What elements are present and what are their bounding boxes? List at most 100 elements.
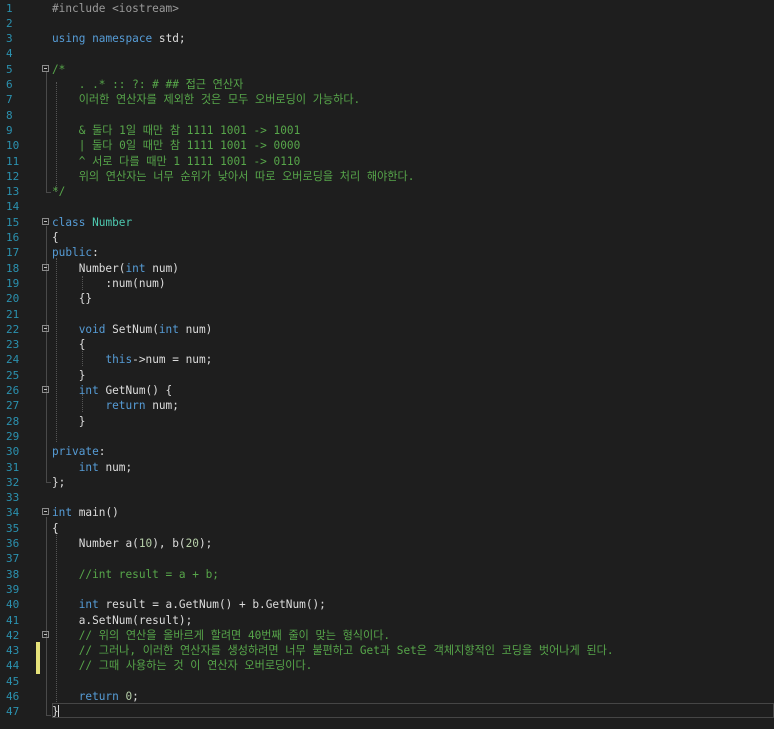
code-line[interactable]: 39 xyxy=(0,582,774,597)
code-line[interactable]: 13 */ xyxy=(0,184,774,199)
collapse-toggle-icon[interactable] xyxy=(42,64,49,72)
line-number: 4 xyxy=(6,47,13,61)
line-number: 25 xyxy=(6,368,20,382)
code-text: }; xyxy=(52,475,65,490)
code-line[interactable]: 19 :num(num) xyxy=(0,276,774,291)
code-token: & 둘다 1일 때만 참 1111 1001 -> 1001 xyxy=(52,123,301,137)
code-line[interactable]: 24 this->num = num; xyxy=(0,352,774,367)
code-text: this->num = num; xyxy=(52,352,212,367)
code-line[interactable]: 40 int result = a.GetNum() + b.GetNum(); xyxy=(0,597,774,612)
code-editor[interactable]: 1 #include <iostream> 2 3 using namespace st… xyxy=(0,0,774,729)
code-line[interactable]: 30 private: xyxy=(0,444,774,459)
collapse-toggle-icon[interactable] xyxy=(42,324,49,332)
code-line[interactable]: 9 & 둘다 1일 때만 참 1111 1001 -> 1001 xyxy=(0,123,774,138)
line-number: 6 xyxy=(6,78,13,91)
code-line[interactable]: 3 using namespace std; xyxy=(0,31,774,46)
code-line[interactable]: 36 Number a(10), b(20); xyxy=(0,536,774,551)
line-number: 19 xyxy=(6,276,20,290)
code-line[interactable]: 18 Number(int num) xyxy=(0,261,774,276)
code-line[interactable]: 33 xyxy=(0,490,774,505)
code-token: int xyxy=(158,322,179,336)
line-number: 43 xyxy=(6,644,20,658)
code-token: 위의 연산자는 너무 순위가 낮아서 따로 오버로딩을 처리 해야한다. xyxy=(52,169,415,183)
code-token: 이러한 연산자를 제외한 것은 모두 오버로딩이 가능하다. xyxy=(52,93,361,107)
code-line[interactable]: 6 . .* :: ?: # ## 접근 연산자 xyxy=(0,77,774,92)
code-line[interactable]: 5 /* xyxy=(0,62,774,77)
code-token: Number a( xyxy=(52,537,139,550)
code-line[interactable]: 17 public: xyxy=(0,245,774,260)
code-token: { xyxy=(52,231,59,244)
collapse-toggle-icon[interactable] xyxy=(42,508,49,516)
code-line[interactable]: 44 // 그때 사용하는 것 이 연산자 오버로딩이다. xyxy=(0,658,774,673)
code-line[interactable]: 38 //int result = a + b; xyxy=(0,567,774,582)
code-line[interactable]: 27 return num; xyxy=(0,398,774,413)
code-line[interactable]: 26 int GetNum() { xyxy=(0,383,774,398)
code-token: ^ 서로 다를 때만 1 1111 1001 -> 0110 xyxy=(52,154,301,168)
line-number: 44 xyxy=(6,659,20,673)
code-text: a.SetNum(result); xyxy=(52,613,193,628)
code-token: : xyxy=(98,445,106,459)
code-line[interactable]: 29 xyxy=(0,429,774,444)
code-text: private: xyxy=(52,444,105,459)
code-line[interactable]: 4 xyxy=(0,46,774,61)
code-token: ->num = num; xyxy=(132,353,213,367)
code-line[interactable]: 42 // 위의 연산을 올바르게 할려면 40번째 줄이 맞는 형식이다. xyxy=(0,628,774,643)
code-token: private xyxy=(52,445,99,459)
code-text: ^ 서로 다를 때만 1 1111 1001 -> 0110 xyxy=(52,154,301,169)
line-number: 15 xyxy=(6,215,20,229)
code-line[interactable]: 20 {} xyxy=(0,291,774,306)
code-line[interactable]: 25 } xyxy=(0,368,774,383)
code-text: #include <iostream> xyxy=(52,1,179,16)
code-line[interactable]: 15 class Number xyxy=(0,215,774,230)
collapse-toggle-icon[interactable] xyxy=(42,217,49,225)
code-line[interactable]: 8 xyxy=(0,108,774,123)
code-line[interactable]: 11 ^ 서로 다를 때만 1 1111 1001 -> 0110 xyxy=(0,154,774,169)
code-line[interactable]: 22 void SetNum(int num) xyxy=(0,322,774,337)
code-line[interactable]: 46 return 0; xyxy=(0,689,774,704)
code-token: ); xyxy=(198,537,213,550)
code-line[interactable]: 34 int main() xyxy=(0,505,774,520)
code-text: 위의 연산자는 너무 순위가 낮아서 따로 오버로딩을 처리 해야한다. xyxy=(52,169,415,184)
code-token: int xyxy=(125,261,146,275)
line-number: 30 xyxy=(6,445,20,459)
line-number: 3 xyxy=(6,32,13,46)
line-number: 26 xyxy=(6,384,20,397)
code-line[interactable]: 21 xyxy=(0,307,774,322)
line-number: 5 xyxy=(6,62,13,76)
code-text: // 그러나, 이러한 연산자를 생성하려면 너무 불편하고 Get과 Set은… xyxy=(52,643,614,658)
code-token: num) xyxy=(145,261,179,275)
line-number: 10 xyxy=(6,139,20,153)
collapse-toggle-icon[interactable] xyxy=(42,386,49,393)
code-line[interactable]: 32}; xyxy=(0,475,774,490)
code-line[interactable]: 10 | 둘다 0일 때만 참 1111 1001 -> 0000 xyxy=(0,138,774,153)
code-token: }; xyxy=(52,475,66,489)
code-text: int result = a.GetNum() + b.GetNum(); xyxy=(52,597,326,612)
code-text: /* xyxy=(52,62,65,77)
code-line[interactable]: 16 { xyxy=(0,230,774,245)
code-line[interactable]: 23 { xyxy=(0,337,774,352)
code-line[interactable]: 28 } xyxy=(0,414,774,429)
code-line[interactable]: 12 위의 연산자는 너무 순위가 낮아서 따로 오버로딩을 처리 해야한다. xyxy=(0,169,774,184)
code-line[interactable]: 2 xyxy=(0,16,774,31)
code-line[interactable]: 14 xyxy=(0,199,774,214)
code-token: namespace xyxy=(92,32,153,46)
code-text: } xyxy=(52,368,86,383)
collapse-toggle-icon[interactable] xyxy=(42,630,49,638)
code-line[interactable]: 7 이러한 연산자를 제외한 것은 모두 오버로딩이 가능하다. xyxy=(0,92,774,107)
line-number: 28 xyxy=(6,414,20,428)
code-line[interactable]: 37 xyxy=(0,551,774,566)
code-token: ), b( xyxy=(152,537,186,550)
code-line[interactable]: 1 #include <iostream> xyxy=(0,1,774,16)
code-line[interactable]: 41 a.SetNum(result); xyxy=(0,613,774,628)
code-token: /* xyxy=(52,62,66,76)
code-line[interactable]: 45 xyxy=(0,674,774,689)
code-line[interactable]: 43 // 그러나, 이러한 연산자를 생성하려면 너무 불편하고 Get과 S… xyxy=(0,643,774,658)
code-line[interactable]: 31 int num; xyxy=(0,460,774,475)
line-number: 8 xyxy=(6,108,13,122)
code-line[interactable]: 35 { xyxy=(0,521,774,536)
code-token: int xyxy=(78,460,99,474)
collapse-toggle-icon[interactable] xyxy=(42,263,49,271)
